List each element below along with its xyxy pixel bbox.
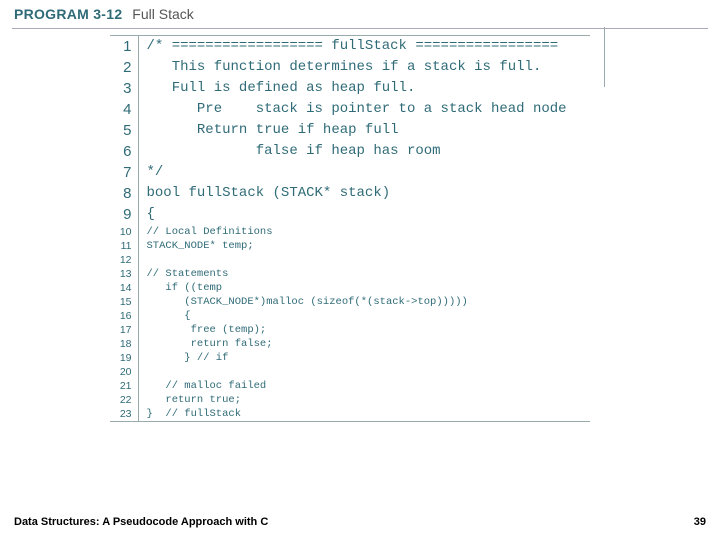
code-bottom-rule bbox=[110, 421, 590, 422]
code-line: 3 Full is defined as heap full. bbox=[110, 78, 567, 99]
line-source: /* ================== fullStack ========… bbox=[138, 36, 567, 57]
code-line: 12 bbox=[110, 253, 567, 267]
line-number: 14 bbox=[110, 281, 138, 295]
line-number: 5 bbox=[110, 120, 138, 141]
program-header: PROGRAM 3-12 Full Stack bbox=[0, 0, 720, 26]
line-number: 23 bbox=[110, 407, 138, 421]
footer-book-title: Data Structures: A Pseudocode Approach w… bbox=[14, 516, 268, 528]
line-source: if ((temp bbox=[138, 281, 567, 295]
line-source bbox=[138, 253, 567, 267]
line-source: Full is defined as heap full. bbox=[138, 78, 567, 99]
code-line: 1/* ================== fullStack =======… bbox=[110, 36, 567, 57]
line-source: STACK_NODE* temp; bbox=[138, 239, 567, 253]
code-line: 5 Return true if heap full bbox=[110, 120, 567, 141]
line-source: */ bbox=[138, 162, 567, 183]
code-line: 10// Local Definitions bbox=[110, 225, 567, 239]
code-line: 6 false if heap has room bbox=[110, 141, 567, 162]
line-source: } // fullStack bbox=[138, 407, 567, 421]
line-source: (STACK_NODE*)malloc (sizeof(*(stack->top… bbox=[138, 295, 567, 309]
line-source: // Statements bbox=[138, 267, 567, 281]
line-source: { bbox=[138, 204, 567, 225]
code-line: 20 bbox=[110, 365, 567, 379]
line-number: 7 bbox=[110, 162, 138, 183]
code-line: 7*/ bbox=[110, 162, 567, 183]
code-line: 11STACK_NODE* temp; bbox=[110, 239, 567, 253]
code-line: 15 (STACK_NODE*)malloc (sizeof(*(stack->… bbox=[110, 295, 567, 309]
code-line: 22 return true; bbox=[110, 393, 567, 407]
line-source: // malloc failed bbox=[138, 379, 567, 393]
line-number: 10 bbox=[110, 225, 138, 239]
code-line: 8bool fullStack (STACK* stack) bbox=[110, 183, 567, 204]
code-line: 13// Statements bbox=[110, 267, 567, 281]
code-line: 17 free (temp); bbox=[110, 323, 567, 337]
line-source: Pre stack is pointer to a stack head nod… bbox=[138, 99, 567, 120]
line-source: return false; bbox=[138, 337, 567, 351]
line-number: 16 bbox=[110, 309, 138, 323]
line-source: free (temp); bbox=[138, 323, 567, 337]
line-number: 18 bbox=[110, 337, 138, 351]
code-table: 1/* ================== fullStack =======… bbox=[110, 36, 567, 421]
line-source: Return true if heap full bbox=[138, 120, 567, 141]
code-line: 9{ bbox=[110, 204, 567, 225]
line-source: bool fullStack (STACK* stack) bbox=[138, 183, 567, 204]
code-line: 4 Pre stack is pointer to a stack head n… bbox=[110, 99, 567, 120]
line-number: 17 bbox=[110, 323, 138, 337]
line-number: 21 bbox=[110, 379, 138, 393]
line-number: 11 bbox=[110, 239, 138, 253]
code-line: 16 { bbox=[110, 309, 567, 323]
line-number: 4 bbox=[110, 99, 138, 120]
code-line: 19 } // if bbox=[110, 351, 567, 365]
decorative-tick bbox=[604, 27, 605, 87]
code-line: 21 // malloc failed bbox=[110, 379, 567, 393]
line-number: 20 bbox=[110, 365, 138, 379]
line-source bbox=[138, 365, 567, 379]
code-line: 14 if ((temp bbox=[110, 281, 567, 295]
code-line: 23} // fullStack bbox=[110, 407, 567, 421]
line-number: 2 bbox=[110, 57, 138, 78]
line-number: 3 bbox=[110, 78, 138, 99]
page-footer: Data Structures: A Pseudocode Approach w… bbox=[14, 516, 706, 528]
line-number: 22 bbox=[110, 393, 138, 407]
line-number: 1 bbox=[110, 36, 138, 57]
program-label: PROGRAM 3-12 bbox=[14, 6, 122, 22]
line-number: 15 bbox=[110, 295, 138, 309]
code-line: 2 This function determines if a stack is… bbox=[110, 57, 567, 78]
code-listing: 1/* ================== fullStack =======… bbox=[110, 35, 590, 422]
line-source: This function determines if a stack is f… bbox=[138, 57, 567, 78]
footer-page-number: 39 bbox=[694, 516, 706, 528]
line-number: 19 bbox=[110, 351, 138, 365]
line-number: 12 bbox=[110, 253, 138, 267]
line-source: } // if bbox=[138, 351, 567, 365]
line-number: 6 bbox=[110, 141, 138, 162]
line-number: 9 bbox=[110, 204, 138, 225]
line-source: { bbox=[138, 309, 567, 323]
line-number: 13 bbox=[110, 267, 138, 281]
line-source: // Local Definitions bbox=[138, 225, 567, 239]
line-number: 8 bbox=[110, 183, 138, 204]
program-title: Full Stack bbox=[132, 6, 193, 22]
code-line: 18 return false; bbox=[110, 337, 567, 351]
line-source: return true; bbox=[138, 393, 567, 407]
line-source: false if heap has room bbox=[138, 141, 567, 162]
